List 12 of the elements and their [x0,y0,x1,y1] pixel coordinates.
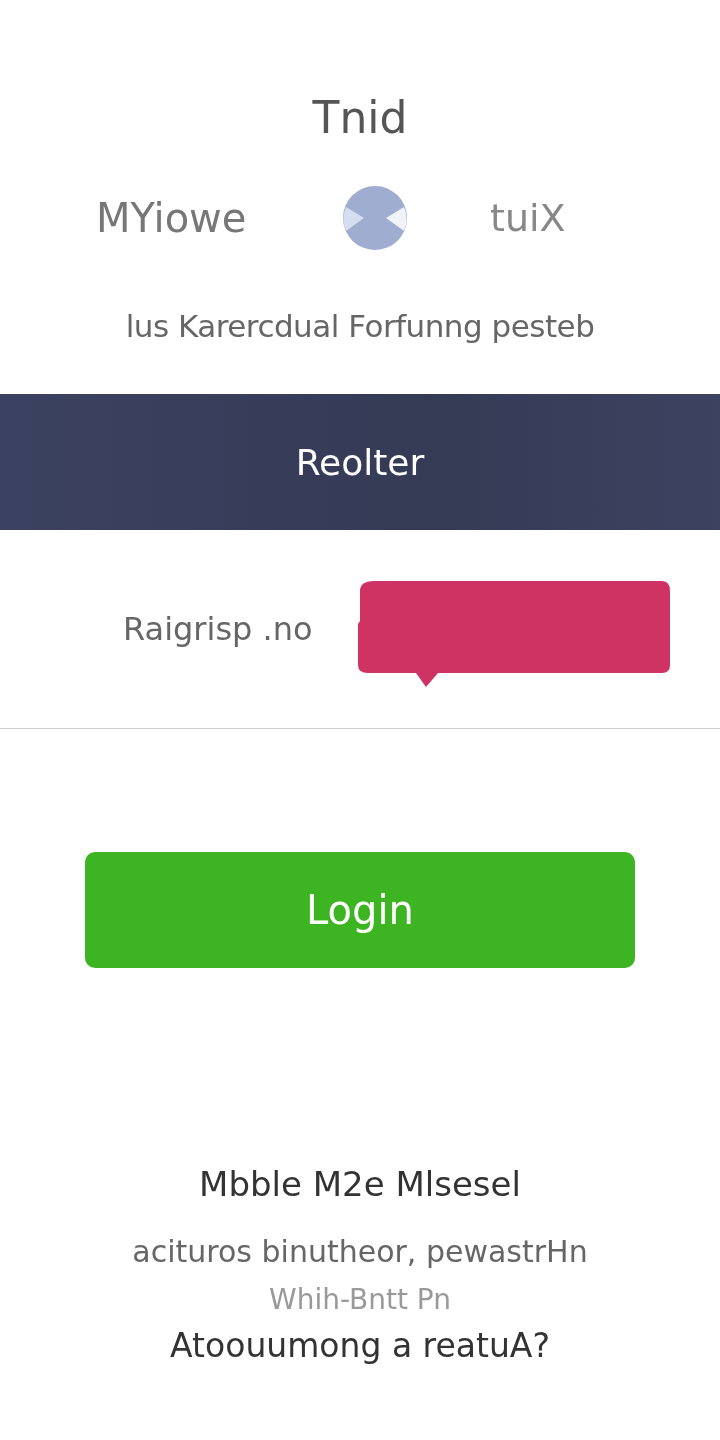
field-label: Raigrisp .no [123,610,314,648]
subtitle: lus Karercdual Forfunng pesteb [125,308,595,344]
footer-question: Atoouumong a reatuA? [170,1326,550,1365]
footer-heading: Mbble M2e Mlsesel [199,1164,521,1204]
app-title: Tnid [312,91,408,145]
right-label: tuiX [490,196,566,240]
header-title: Reolter [295,441,425,483]
footer-text: acituros binutheor, pewastrHn [132,1234,588,1269]
footer-text: Whih-Bntt Pn [269,1283,451,1316]
left-label: MYiowe [96,195,248,241]
toggle-icon[interactable] [342,185,408,251]
login-button[interactable]: Login [85,852,635,968]
